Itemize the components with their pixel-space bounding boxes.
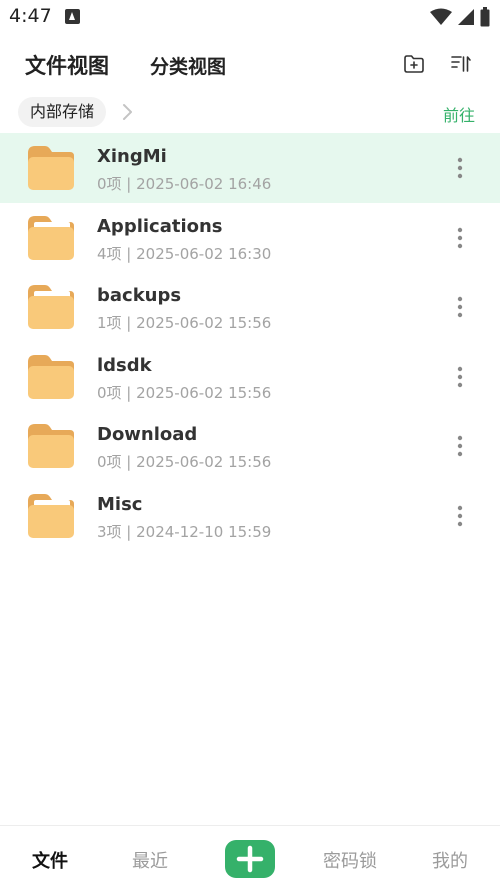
folder-row[interactable]: Applications 4项 | 2025-06-02 16:30 xyxy=(0,203,500,273)
tab-category-view[interactable]: 分类视图 xyxy=(150,52,226,79)
tab-file-view[interactable]: 文件视图 xyxy=(25,50,109,80)
folder-name: XingMi xyxy=(97,146,167,167)
file-manager-screen: 4:47 文件视图 分类视图 内部存储 前往 XingMi 0项 | 2025-… xyxy=(0,0,500,888)
nav-password-lock[interactable]: 密码锁 xyxy=(323,847,377,873)
folder-row[interactable]: Misc 3项 | 2024-12-10 15:59 xyxy=(0,481,500,551)
nav-recent[interactable]: 最近 xyxy=(132,847,168,873)
folder-meta: 0项 | 2025-06-02 15:56 xyxy=(97,383,272,402)
more-options-icon[interactable] xyxy=(452,296,468,318)
more-options-icon[interactable] xyxy=(452,227,468,249)
wifi-icon xyxy=(430,8,452,25)
add-button[interactable] xyxy=(225,840,275,878)
folder-name: ldsdk xyxy=(97,354,152,376)
folder-row[interactable]: ldsdk 0项 | 2025-06-02 15:56 xyxy=(0,342,500,412)
folder-meta: 0项 | 2025-06-02 16:46 xyxy=(97,175,272,193)
folder-meta: 0项 | 2025-06-02 15:56 xyxy=(97,453,272,471)
folder-name: Applications xyxy=(97,215,223,237)
notification-a-icon xyxy=(65,9,80,24)
nav-files[interactable]: 文件 xyxy=(32,847,68,873)
folder-name: Misc xyxy=(97,493,143,515)
status-bar: 4:47 xyxy=(0,0,500,34)
plus-icon xyxy=(236,845,264,873)
status-time: 4:47 xyxy=(9,5,52,27)
folder-meta: 4项 | 2025-06-02 16:30 xyxy=(97,244,272,263)
folder-name: backups xyxy=(97,285,182,306)
folder-row[interactable]: XingMi 0项 | 2025-06-02 16:46 xyxy=(0,133,500,203)
folder-meta: 1项 | 2025-06-02 15:56 xyxy=(97,314,272,332)
folder-icon xyxy=(28,354,74,399)
breadcrumb-internal-storage[interactable]: 内部存储 xyxy=(18,97,107,127)
folder-icon xyxy=(28,285,74,329)
folder-icon xyxy=(28,424,74,468)
status-indicators xyxy=(430,7,490,27)
folder-icon xyxy=(28,493,74,538)
folder-row[interactable]: backups 1项 | 2025-06-02 15:56 xyxy=(0,272,500,342)
more-options-icon[interactable] xyxy=(452,366,468,388)
signal-icon xyxy=(458,9,474,25)
more-options-icon[interactable] xyxy=(452,435,468,457)
bottom-nav: 文件 最近 密码锁 我的 xyxy=(0,825,500,888)
sort-icon[interactable] xyxy=(450,53,472,75)
nav-mine[interactable]: 我的 xyxy=(432,847,468,873)
chevron-right-icon xyxy=(123,104,132,120)
folder-meta: 3项 | 2024-12-10 15:59 xyxy=(97,522,272,541)
more-options-icon[interactable] xyxy=(452,505,468,527)
more-options-icon[interactable] xyxy=(452,157,468,179)
file-list: XingMi 0项 | 2025-06-02 16:46 Application… xyxy=(0,133,500,550)
folder-icon xyxy=(28,215,74,260)
goto-link[interactable]: 前往 xyxy=(443,102,475,126)
new-folder-icon[interactable] xyxy=(403,53,425,75)
folder-icon xyxy=(28,146,74,190)
folder-name: Download xyxy=(97,424,198,445)
battery-icon xyxy=(480,7,490,27)
folder-row[interactable]: Download 0项 | 2025-06-02 15:56 xyxy=(0,411,500,481)
